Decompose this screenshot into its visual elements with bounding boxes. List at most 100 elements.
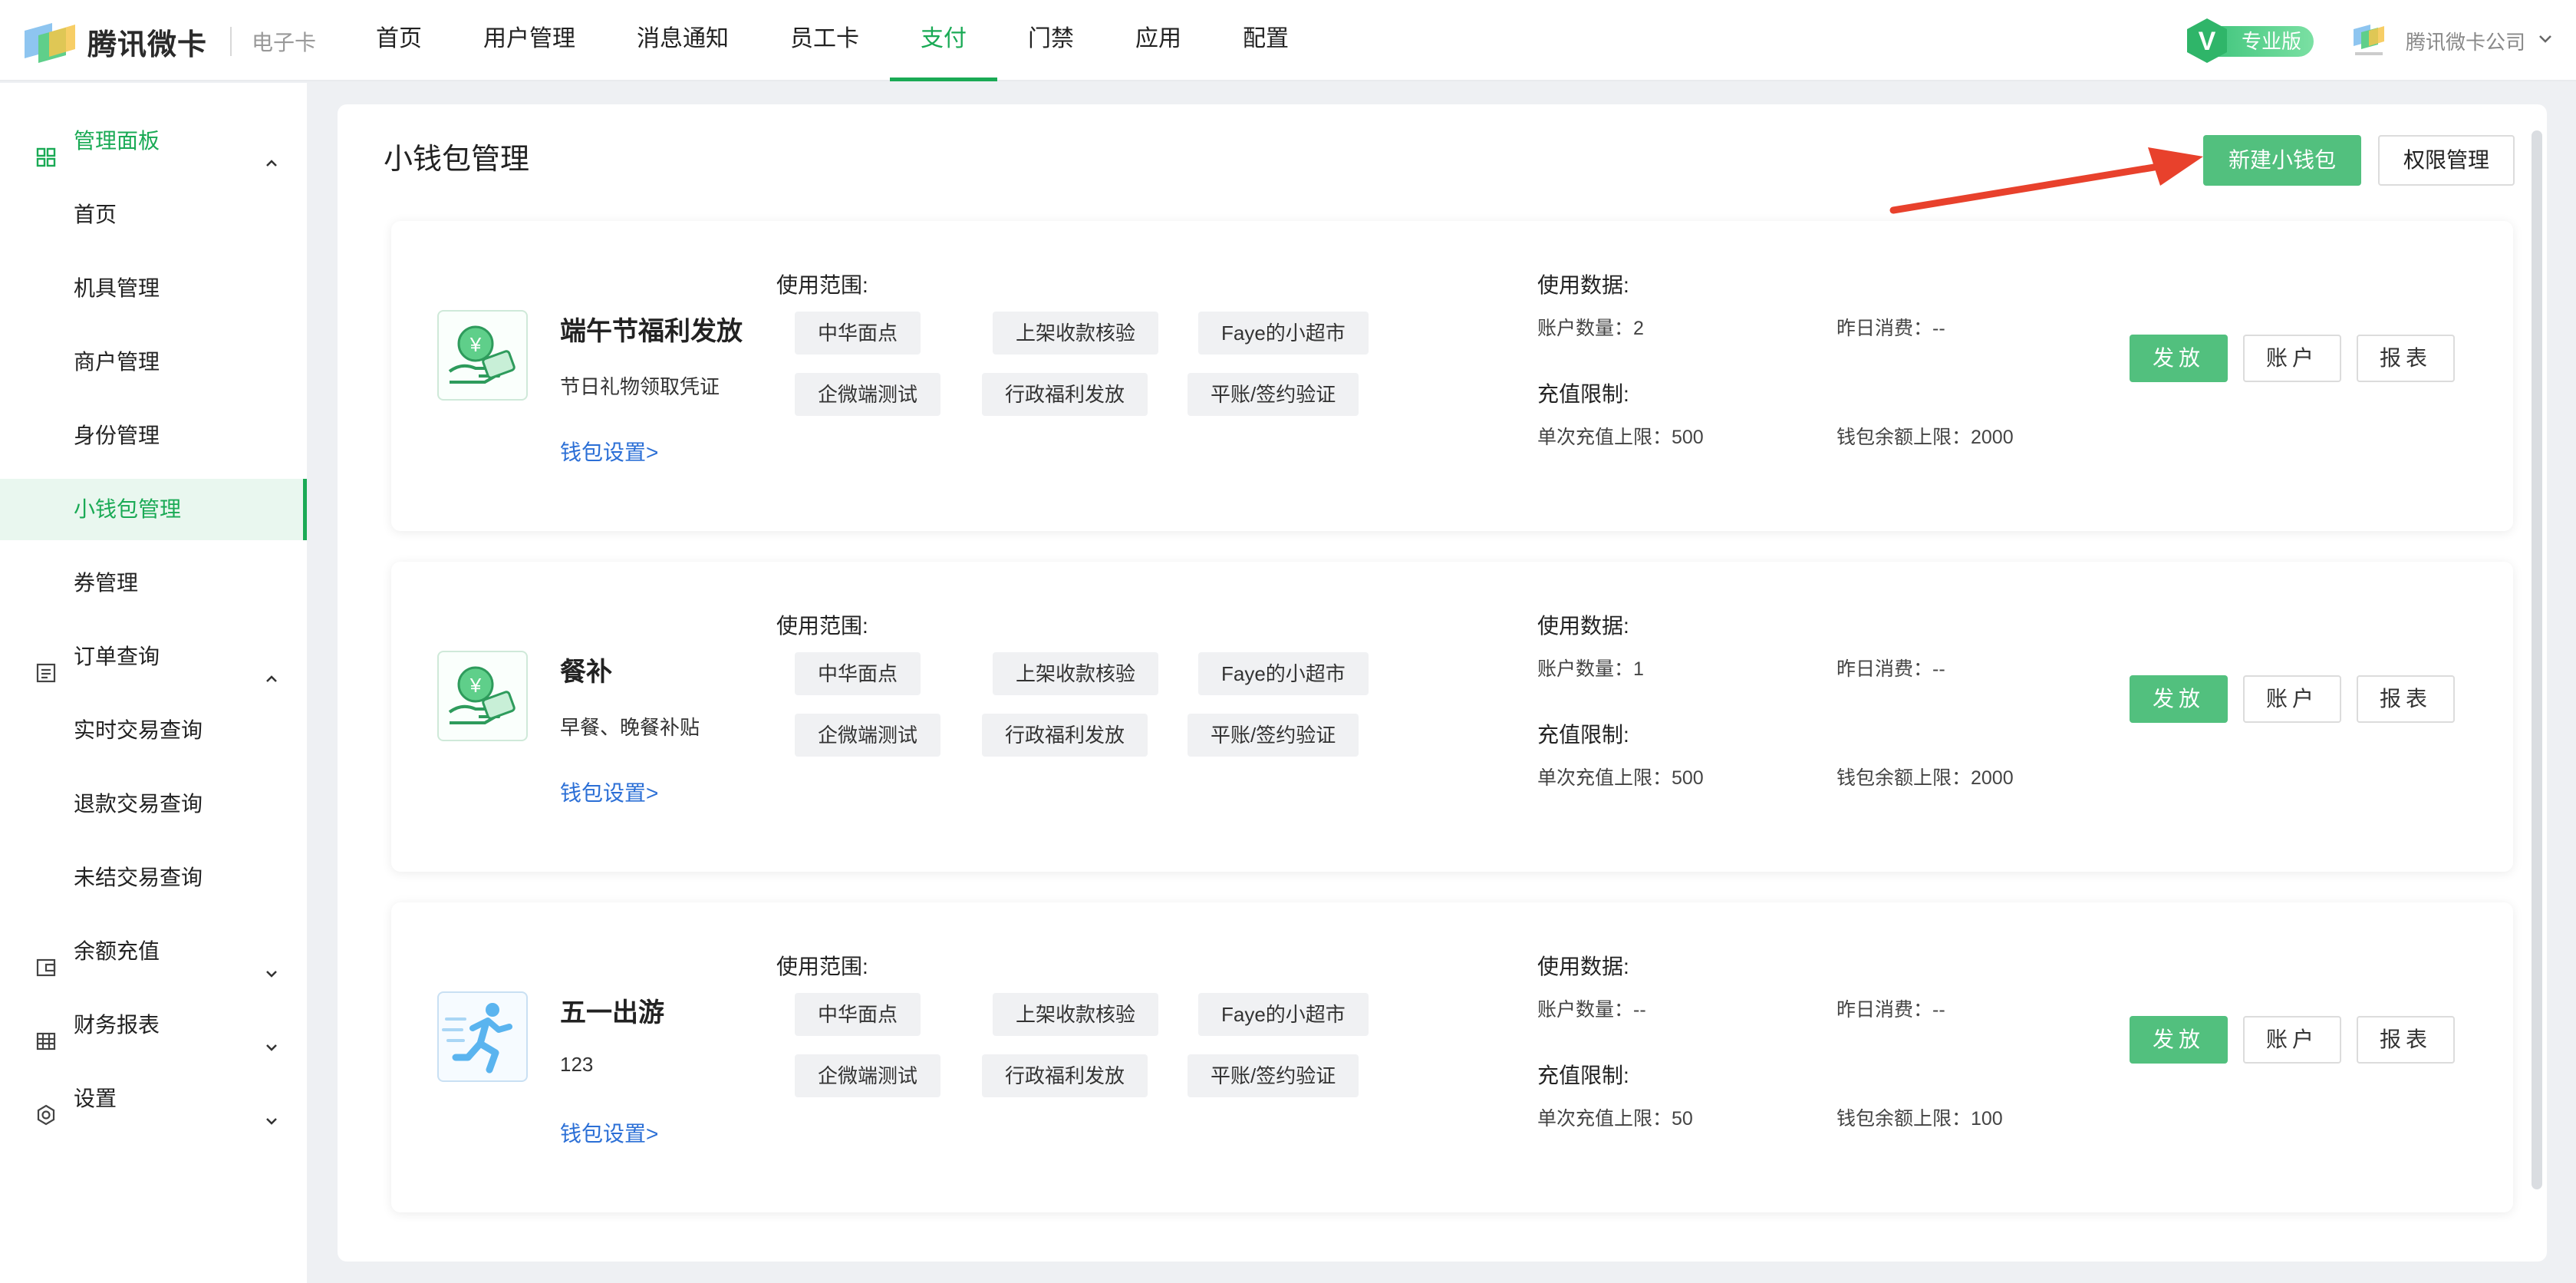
sidebar: 管理面板 首页 机具管理 商户管理 身份管理 小钱包管理 券管理 订单查询 实时… xyxy=(0,83,307,1283)
chevron-down-icon xyxy=(2538,31,2553,51)
single-recharge-limit: 单次充值上限：500 xyxy=(1537,427,1704,448)
table-icon xyxy=(35,1014,57,1050)
yesterday-spend: 昨日消费：-- xyxy=(1836,658,1945,680)
wallet-description: 节日礼物领取凭证 xyxy=(560,375,720,398)
nav-payment[interactable]: 支付 xyxy=(890,0,997,81)
sidebar-item-coupons[interactable]: 券管理 xyxy=(0,552,307,614)
scope-tag: 中华面点 xyxy=(795,312,921,355)
scope-tag: 上架收款核验 xyxy=(993,993,1159,1036)
scope-label: 使用范围: xyxy=(776,273,868,297)
scope-tag: 企微端测试 xyxy=(795,714,941,757)
scope-tag: 行政福利发放 xyxy=(982,373,1148,416)
sidebar-item-unsettled-orders[interactable]: 未结交易查询 xyxy=(0,847,307,909)
logo-icon xyxy=(21,20,77,63)
scope-tag: Faye的小超市 xyxy=(1198,652,1369,695)
chevron-down-icon xyxy=(264,1091,279,1125)
account-count: 账户数量：1 xyxy=(1537,658,1644,680)
svg-text:¥: ¥ xyxy=(469,333,482,356)
sidebar-group-label: 管理面板 xyxy=(74,129,160,153)
chevron-down-icon xyxy=(264,1017,279,1051)
sidebar-item-refund-orders[interactable]: 退款交易查询 xyxy=(0,773,307,835)
account-button[interactable]: 账户 xyxy=(2243,675,2341,723)
sidebar-item-wallet[interactable]: 小钱包管理 xyxy=(0,479,307,540)
sidebar-group-recharge[interactable]: 余额充值 xyxy=(0,921,307,982)
scope-tag: 上架收款核验 xyxy=(993,652,1159,695)
account-count: 账户数量：-- xyxy=(1537,999,1646,1021)
scope-tag: 上架收款核验 xyxy=(993,312,1159,355)
report-button[interactable]: 报表 xyxy=(2357,675,2455,723)
scope-tag: 企微端测试 xyxy=(795,1054,941,1097)
company-switcher[interactable]: 腾讯微卡公司 xyxy=(2350,21,2553,60)
gear-icon xyxy=(35,1088,57,1126)
usage-data-label: 使用数据: xyxy=(1537,955,1629,978)
logo-subtitle: 电子卡 xyxy=(252,31,317,54)
money-hand-icon: ¥ xyxy=(437,310,528,401)
wallet-description: 123 xyxy=(560,1053,594,1076)
issue-button[interactable]: 发放 xyxy=(2130,1016,2228,1064)
sidebar-group-dashboard[interactable]: 管理面板 xyxy=(0,110,307,172)
scope-tag: 中华面点 xyxy=(795,993,921,1036)
page-title: 小钱包管理 xyxy=(384,143,530,176)
svg-text:¥: ¥ xyxy=(469,674,482,697)
nav-config[interactable]: 配置 xyxy=(1212,0,1319,81)
account-button[interactable]: 账户 xyxy=(2243,1016,2341,1064)
nav-apps[interactable]: 应用 xyxy=(1105,0,1212,81)
wallet-settings-link[interactable]: 钱包设置> xyxy=(560,777,658,807)
pro-edition-badge[interactable]: 专业版 V xyxy=(2185,17,2314,64)
wallet-description: 早餐、晚餐补贴 xyxy=(560,716,700,739)
logo-divider xyxy=(230,27,232,56)
chevron-up-icon xyxy=(264,134,279,167)
report-button[interactable]: 报表 xyxy=(2357,335,2455,382)
wallet-icon xyxy=(35,941,57,977)
sidebar-item-realtime-orders[interactable]: 实时交易查询 xyxy=(0,700,307,761)
grid-icon xyxy=(35,130,57,167)
balance-limit: 钱包余额上限：100 xyxy=(1836,1108,2003,1130)
sidebar-group-orders[interactable]: 订单查询 xyxy=(0,626,307,688)
sidebar-item-identity[interactable]: 身份管理 xyxy=(0,405,307,467)
scope-tag: Faye的小超市 xyxy=(1198,993,1369,1036)
nav-employee-card[interactable]: 员工卡 xyxy=(759,0,890,81)
scope-label: 使用范围: xyxy=(776,614,868,638)
sidebar-group-label: 财务报表 xyxy=(74,1013,160,1037)
sidebar-group-settings[interactable]: 设置 xyxy=(0,1068,307,1130)
new-wallet-button[interactable]: 新建小钱包 xyxy=(2203,135,2361,186)
nav-home[interactable]: 首页 xyxy=(345,0,453,81)
usage-data-label: 使用数据: xyxy=(1537,273,1629,297)
issue-button[interactable]: 发放 xyxy=(2130,335,2228,382)
wallet-name: 餐补 xyxy=(560,658,612,687)
svg-text:V: V xyxy=(2199,27,2216,56)
permission-management-button[interactable]: 权限管理 xyxy=(2378,135,2515,186)
wallet-settings-link[interactable]: 钱包设置> xyxy=(560,436,658,467)
single-recharge-limit: 单次充值上限：500 xyxy=(1537,767,1704,789)
balance-limit: 钱包余额上限：2000 xyxy=(1836,767,2014,789)
sidebar-item-merchants[interactable]: 商户管理 xyxy=(0,331,307,393)
nav-access-control[interactable]: 门禁 xyxy=(997,0,1105,81)
chevron-down-icon xyxy=(264,944,279,978)
page-scrollbar[interactable] xyxy=(2532,130,2542,1189)
account-count: 账户数量：2 xyxy=(1537,318,1644,339)
wallet-name: 五一出游 xyxy=(560,998,664,1027)
balance-limit: 钱包余额上限：2000 xyxy=(1836,427,2014,448)
sidebar-group-finance-reports[interactable]: 财务报表 xyxy=(0,994,307,1056)
single-recharge-limit: 单次充值上限：50 xyxy=(1537,1108,1693,1130)
recharge-limit-label: 充值限制: xyxy=(1537,1064,1629,1087)
company-logo-icon xyxy=(2350,21,2387,60)
account-button[interactable]: 账户 xyxy=(2243,335,2341,382)
brand-logo[interactable]: 腾讯微卡 电子卡 xyxy=(21,20,316,63)
nav-users[interactable]: 用户管理 xyxy=(453,0,606,81)
company-name: 腾讯微卡公司 xyxy=(2406,30,2526,54)
list-icon xyxy=(35,646,57,683)
sidebar-group-label: 设置 xyxy=(74,1087,117,1110)
scope-tag: 平账/签约验证 xyxy=(1188,373,1359,416)
sidebar-group-label: 订单查询 xyxy=(74,645,160,668)
nav-notifications[interactable]: 消息通知 xyxy=(606,0,759,81)
sidebar-item-home[interactable]: 首页 xyxy=(0,184,307,246)
wallet-settings-link[interactable]: 钱包设置> xyxy=(560,1117,658,1148)
report-button[interactable]: 报表 xyxy=(2357,1016,2455,1064)
sidebar-group-label: 余额充值 xyxy=(74,939,160,963)
issue-button[interactable]: 发放 xyxy=(2130,675,2228,723)
sidebar-item-devices[interactable]: 机具管理 xyxy=(0,258,307,319)
runner-icon xyxy=(437,991,528,1082)
main-nav: 首页 用户管理 消息通知 员工卡 支付 门禁 应用 配置 xyxy=(345,0,1319,81)
scope-tag: 行政福利发放 xyxy=(982,1054,1148,1097)
